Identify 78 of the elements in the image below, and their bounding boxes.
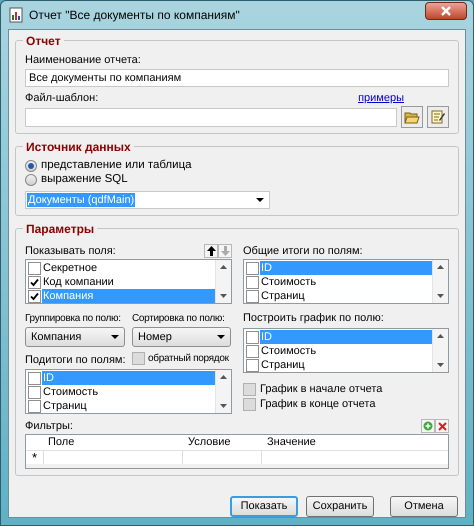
field-label: Наименование отчета: (25, 53, 142, 67)
move-up-button[interactable] (204, 244, 218, 258)
list-item[interactable]: Страниц (260, 358, 432, 372)
radio-label: представление или таблица (41, 158, 192, 174)
checkbox[interactable] (246, 290, 259, 302)
examples-link[interactable]: примеры (358, 91, 404, 105)
list-item[interactable]: Стоимость (260, 275, 432, 289)
field-label: Построить график по полю: (243, 312, 385, 325)
radio-button[interactable] (25, 160, 37, 172)
list-item[interactable]: Стоимость (260, 344, 432, 358)
dialog-button[interactable]: Отмена (390, 496, 458, 517)
scroll-down-icon[interactable] (220, 294, 227, 298)
dropdown-arrow-icon (256, 198, 264, 202)
scroll-up-icon[interactable] (220, 265, 227, 269)
list-item[interactable]: Секретное (42, 261, 215, 275)
checkbox[interactable] (28, 400, 41, 412)
dialog-button[interactable]: Показать (230, 496, 298, 517)
list-item[interactable]: Страниц (260, 289, 432, 303)
checkbox[interactable] (246, 330, 259, 344)
checkbox[interactable] (28, 372, 41, 384)
scroll-up-icon[interactable] (437, 334, 444, 338)
checkbox[interactable] (246, 276, 259, 288)
add-button[interactable] (421, 419, 435, 433)
dropdown-value: Документы (qdfMain) (27, 193, 136, 207)
list-item[interactable]: Стоимость (42, 385, 215, 399)
scroll-up-icon[interactable] (220, 375, 227, 379)
delete-button[interactable] (435, 419, 449, 433)
checkbox[interactable] (28, 276, 41, 288)
column-header[interactable]: Поле (43, 435, 183, 450)
notepad-icon (430, 109, 446, 125)
close-button[interactable] (425, 2, 467, 20)
plus-icon (423, 421, 433, 431)
arrow-down-icon (220, 246, 230, 256)
list-item[interactable]: Страниц (42, 399, 215, 413)
checkbox[interactable] (246, 262, 259, 274)
cross-icon (438, 422, 446, 430)
dropdown-arrow-icon (111, 335, 119, 339)
scroll-down-icon[interactable] (437, 294, 444, 298)
edit-button[interactable] (427, 106, 449, 128)
checkbox-label: График в конце отчета (260, 398, 376, 411)
dialog-button[interactable]: Сохранить (306, 496, 374, 517)
radio-label: выражение SQL (41, 172, 128, 188)
close-icon (440, 6, 452, 16)
field-label: Сортировка по полю: (132, 312, 226, 325)
column-header[interactable]: Значение (262, 435, 448, 450)
report-icon (9, 7, 23, 23)
input-field[interactable] (25, 108, 397, 126)
checkbox[interactable] (28, 386, 41, 398)
arrow-up-icon (206, 246, 216, 256)
field-label: Подитоги по полям: (25, 354, 126, 367)
scroll-up-icon[interactable] (437, 265, 444, 269)
checkbox[interactable] (246, 344, 259, 358)
combo-value: Компания (31, 330, 82, 345)
field-label: Фильтры: (25, 420, 73, 433)
checkbox-label: обратный порядок (148, 352, 229, 366)
combo-value: Номер (138, 330, 172, 345)
field-label: Показывать поля: (25, 244, 116, 258)
input-field[interactable]: Все документы по компаниям (25, 69, 449, 87)
checkbox-label: График в начале отчета (260, 383, 382, 396)
list-item[interactable]: Код компании (42, 275, 215, 289)
new-row-marker: * (30, 451, 38, 464)
scroll-down-icon[interactable] (437, 363, 444, 367)
table-cell[interactable] (43, 451, 183, 464)
open-folder-button[interactable] (401, 106, 423, 128)
group-by-dropdown[interactable]: Компания (25, 327, 125, 347)
radio-button[interactable] (25, 174, 37, 186)
checkbox[interactable] (28, 262, 41, 274)
window-title: Отчет "Все документы по компаниям" (29, 7, 241, 24)
checkbox[interactable] (246, 358, 259, 372)
field-label: Общие итоги по полям: (243, 244, 363, 258)
field-label: Файл-шаблон: (25, 91, 98, 105)
folder-icon (404, 110, 420, 124)
scroll-down-icon[interactable] (220, 404, 227, 408)
sort-by-dropdown[interactable]: Номер (132, 327, 231, 347)
dropdown-arrow-icon (217, 335, 225, 339)
column-header[interactable]: Условие (183, 435, 262, 450)
field-label: Группировка по полю: (25, 312, 122, 325)
checkbox[interactable] (28, 290, 41, 302)
